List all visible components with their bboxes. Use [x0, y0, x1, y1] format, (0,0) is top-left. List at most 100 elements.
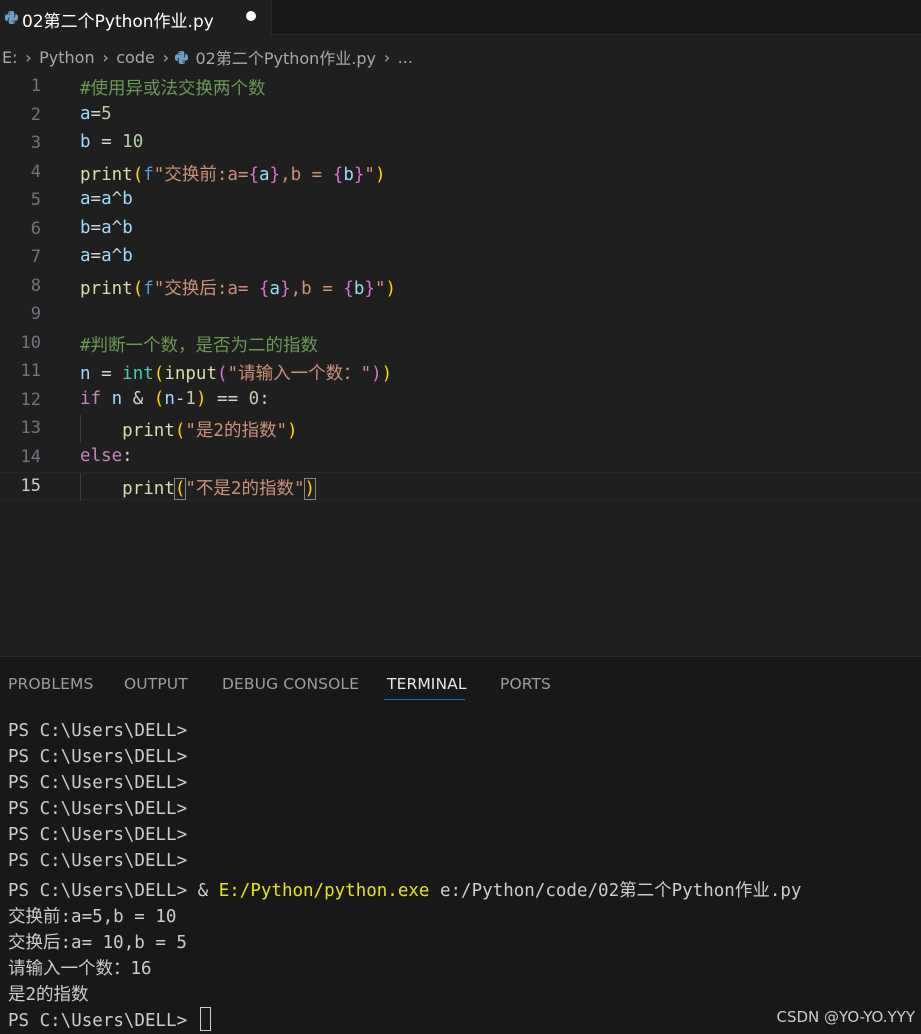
code-line[interactable]: 9: [0, 301, 921, 329]
code-token: b: [122, 217, 133, 238]
code-text: n = int(input("请输入一个数：")): [80, 360, 392, 385]
line-number: 14: [20, 446, 41, 467]
code-text: print(f"交换前:a={a},b = {b}"): [80, 161, 386, 186]
code-token: #使用异或法交换两个数: [80, 79, 266, 99]
code-line[interactable]: 11 n = int(input("请输入一个数：")): [0, 358, 921, 386]
code-line[interactable]: 5 a=a^b: [0, 187, 921, 215]
chevron-right-icon: ›: [23, 47, 34, 67]
code-token: f: [143, 278, 154, 299]
terminal-text: PS C:\Users\DELL>: [8, 773, 188, 793]
code-line[interactable]: 6 b=a^b: [0, 216, 921, 244]
terminal-text: PS C:\Users\DELL>: [8, 1011, 198, 1031]
code-token: ^: [111, 189, 123, 209]
python-icon: [174, 48, 189, 67]
code-token: -: [174, 388, 186, 409]
terminal-prompt-line: PS C:\Users\DELL>: [8, 773, 918, 799]
terminal-prompt-line: PS C:\Users\DELL>: [8, 721, 918, 747]
breadcrumb-python[interactable]: Python: [37, 48, 96, 67]
code-token: input: [164, 364, 217, 384]
code-token: "是2的指数": [185, 421, 287, 441]
code-token: "不是2的指数": [185, 479, 305, 499]
breadcrumb-file[interactable]: 02第二个Python作业.py: [193, 45, 378, 69]
tab-debug-console[interactable]: DEBUG CONSOLE: [222, 675, 359, 693]
code-line[interactable]: 13 print("是2的指数"): [0, 415, 921, 443]
code-token: print: [122, 421, 175, 441]
terminal-text: PS C:\Users\DELL>: [8, 747, 188, 767]
terminal-prompt-line: PS C:\Users\DELL>: [8, 799, 918, 825]
code-token: (: [153, 364, 165, 384]
code-line[interactable]: 14 else:: [0, 444, 921, 472]
code-token: b: [122, 246, 133, 266]
code-token: =: [90, 189, 102, 209]
breadcrumb-drive[interactable]: E:: [0, 48, 20, 67]
code-token: ,b =: [280, 164, 333, 185]
code-token: a: [258, 164, 270, 185]
terminal-text: 请输入一个数：16: [8, 959, 152, 979]
code-token: =: [90, 246, 102, 266]
breadcrumb-more[interactable]: ...: [396, 48, 415, 67]
code-line[interactable]: 10 #判断一个数，是否为二的指数: [0, 330, 921, 358]
editor-tab[interactable]: 02第二个Python作业.py: [0, 0, 272, 35]
code-line[interactable]: 12 if n & (n-1) == 0:: [0, 387, 921, 415]
line-number: 8: [30, 275, 41, 296]
breadcrumb-code[interactable]: code: [114, 48, 157, 67]
terminal-output-line: 请输入一个数：16: [8, 955, 918, 981]
watermark: CSDN @YO-YO.YYY: [776, 1008, 915, 1026]
line-number: 13: [20, 418, 41, 438]
code-line[interactable]: 7 a=a^b: [0, 244, 921, 272]
code-line[interactable]: 4 print(f"交换前:a={a},b = {b}"): [0, 159, 921, 187]
line-number: 11: [20, 361, 41, 381]
code-token: 0: [248, 388, 260, 409]
code-text: #使用异或法交换两个数: [80, 75, 266, 100]
code-token: print: [80, 278, 133, 299]
code-line[interactable]: 1 #使用异或法交换两个数: [0, 73, 921, 101]
code-text: print("是2的指数"): [80, 417, 297, 442]
code-token: {: [343, 278, 354, 299]
code-token: {: [248, 164, 259, 185]
code-line[interactable]: 2 a=5: [0, 102, 921, 130]
code-token: 1: [185, 388, 196, 409]
unsaved-dot-icon[interactable]: [246, 11, 256, 21]
code-text: else:: [80, 446, 133, 466]
code-token: b: [80, 217, 91, 238]
code-token: (: [174, 421, 186, 441]
code-line[interactable]: 3 b = 10: [0, 130, 921, 158]
code-token: print: [80, 164, 133, 185]
code-token: ": [374, 278, 386, 299]
tab-terminal[interactable]: TERMINAL: [387, 675, 467, 693]
code-token: (: [173, 478, 187, 500]
terminal-text: E:/Python/python.exe: [218, 881, 430, 901]
code-text: print("不是2的指数"): [80, 475, 317, 500]
tab-output[interactable]: OUTPUT: [124, 675, 188, 693]
terminal-text: PS C:\Users\DELL>: [8, 825, 188, 845]
code-line[interactable]: 8 print(f"交换后:a= {a},b = {b}"): [0, 273, 921, 301]
code-token: {: [258, 278, 270, 299]
code-token: ): [303, 478, 317, 500]
code-text: b=a^b: [80, 218, 133, 238]
code-token: a: [101, 246, 112, 266]
tab-problems[interactable]: PROBLEMS: [8, 675, 93, 693]
code-text: b = 10: [80, 132, 143, 152]
terminal-output-line: 交换后:a= 10,b = 5: [8, 929, 918, 955]
terminal-prompt-line: PS C:\Users\DELL>: [8, 825, 918, 851]
line-number: 9: [30, 304, 41, 324]
code-token: if: [80, 388, 102, 409]
code-token: (: [217, 364, 228, 384]
code-token: f: [143, 164, 154, 185]
chevron-right-icon: ›: [382, 47, 392, 67]
code-token: n: [80, 364, 91, 384]
code-text: a=5: [80, 104, 112, 124]
code-token: int: [122, 364, 154, 384]
line-number: 5: [30, 190, 41, 210]
code-token: =: [90, 217, 102, 238]
terminal-text: 是2的指数: [8, 985, 89, 1005]
code-editor[interactable]: 1 #使用异或法交换两个数 2 a=5 3 b = 10 4 print(f"交换前:a={a…: [0, 73, 921, 655]
code-token: }: [353, 164, 365, 185]
code-line[interactable]: 15 print("不是2的指数"): [0, 472, 921, 501]
code-token: a: [80, 103, 91, 124]
tab-ports[interactable]: PORTS: [500, 675, 551, 693]
terminal-text: PS C:\Users\DELL>: [8, 799, 188, 819]
code-token: ": [364, 164, 375, 185]
